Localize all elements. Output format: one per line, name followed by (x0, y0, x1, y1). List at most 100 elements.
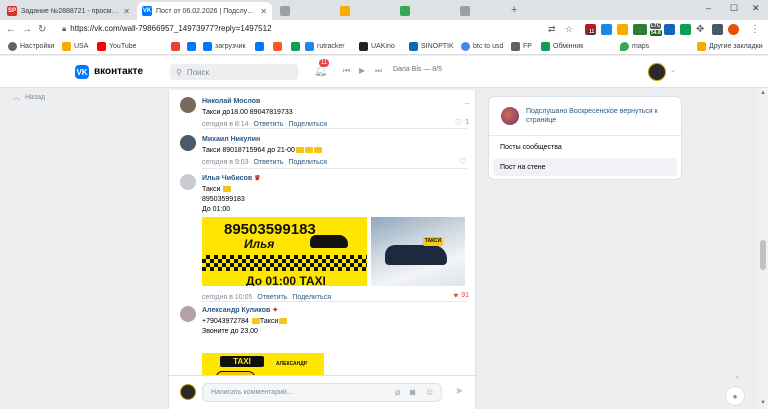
next-track-icon[interactable]: ⏭︎ (375, 66, 382, 76)
send-icon[interactable]: ➤ (455, 386, 463, 397)
extension-icon[interactable] (664, 24, 675, 35)
close-tab-icon[interactable]: ✕ (260, 7, 267, 16)
like-button[interactable]: ♡ (459, 157, 469, 166)
bookmark-exchange[interactable]: Обмінник (541, 42, 583, 51)
sidebar-item-community-posts[interactable]: Посты сообщества (493, 138, 677, 156)
post-scroll-icon[interactable]: ‹ (736, 375, 738, 381)
page-scrollbar[interactable]: ▲ ▼ (758, 88, 768, 409)
group-title-link[interactable]: Подслушано Воскресенское вернуться к стр… (526, 107, 676, 125)
browser-tab[interactable] (395, 2, 455, 20)
share-link[interactable]: Поделиться (288, 159, 327, 166)
avatar[interactable] (180, 174, 196, 190)
minimize-button[interactable]: – (706, 3, 711, 13)
browser-tab[interactable] (335, 2, 395, 20)
avatar[interactable] (180, 306, 196, 322)
extension-icon[interactable] (680, 24, 691, 35)
bookmark-gmail[interactable] (171, 42, 183, 51)
extension-icon[interactable] (601, 24, 612, 35)
bookmark-fp[interactable]: FP (511, 42, 532, 51)
bookmark-green[interactable] (291, 42, 303, 51)
extensions-puzzle-icon[interactable]: ✥ (696, 24, 704, 35)
comment-time[interactable]: сегодня в 8:14 (202, 121, 249, 128)
chevron-down-icon[interactable]: ⌄ (670, 66, 676, 74)
scrollbar-thumb[interactable] (760, 240, 766, 270)
car-photo[interactable]: ТАКСИ (371, 217, 465, 286)
bookmark-maps[interactable]: maps (620, 42, 649, 51)
prev-track-icon[interactable]: ⏮︎ (343, 66, 350, 76)
bookmark-uakino[interactable]: UAKino (359, 42, 395, 51)
vk-brand[interactable]: вконтакте (94, 66, 143, 77)
reply-link[interactable]: Ответить (254, 121, 284, 128)
user-avatar[interactable] (648, 63, 666, 81)
avatar[interactable] (180, 97, 196, 113)
new-tab-button[interactable]: + (511, 4, 517, 16)
comment-time[interactable]: сегодня в 10:05 (202, 294, 252, 301)
bookmark-youtube[interactable]: YouTube (97, 42, 137, 51)
comment-field[interactable]: ⌀ ◙ ☺ (202, 383, 442, 402)
attach-icon[interactable]: ⌀ (395, 387, 400, 398)
bookmark-vk-2[interactable] (255, 42, 267, 51)
player-track[interactable]: Daria Bis — 8/5 (393, 66, 442, 73)
comment-divider (202, 168, 467, 169)
camera-icon[interactable]: ◙ (410, 387, 415, 397)
bookmark-orange[interactable] (273, 42, 285, 51)
close-window-button[interactable]: ✕ (752, 3, 760, 14)
reply-link[interactable]: Ответить (257, 294, 287, 301)
avatar[interactable] (180, 135, 196, 151)
vk-search[interactable]: ⚲ (170, 64, 298, 80)
like-button[interactable]: ♥ 91 (453, 291, 469, 300)
sidebar-item-wall-post[interactable]: Пост на стене (493, 158, 677, 176)
comment-author[interactable]: Михаил Никулин (202, 135, 469, 144)
close-tab-icon[interactable]: ✕ (123, 7, 130, 16)
extension-icon[interactable] (633, 24, 647, 35)
scroll-up-icon[interactable]: ▲ (760, 90, 766, 96)
comment-input[interactable] (211, 389, 381, 396)
lock-icon: 🔒︎ (62, 24, 67, 33)
tab-favicon-icon (340, 6, 350, 16)
bookmark-btc[interactable]: btc to usd (461, 42, 503, 51)
extension-icon[interactable] (712, 24, 723, 35)
share-link[interactable]: Поделиться (292, 294, 331, 301)
comment-time[interactable]: сегодня в 9:03 (202, 159, 249, 166)
reload-icon[interactable]: ↻ (38, 24, 46, 35)
taxi-ad-image[interactable]: 89503599183 Илья До 01:00 TAXI (202, 217, 367, 286)
reply-link[interactable]: Ответить (254, 159, 284, 166)
emoji-icon[interactable]: ☺ (425, 387, 434, 397)
share-link[interactable]: Поделиться (288, 121, 327, 128)
scroll-down-icon[interactable]: ▼ (760, 400, 766, 406)
comment-divider (202, 301, 467, 302)
bookmark-sinoptik[interactable]: SINOPTIK (409, 42, 454, 51)
bookmark-star-icon[interactable]: ☆ (565, 24, 573, 35)
profile-avatar-icon[interactable] (728, 24, 739, 35)
taxi-emoji-icon (223, 186, 232, 193)
bookmark-usa[interactable]: USA (62, 42, 88, 51)
translate-icon[interactable]: ⇄ (548, 24, 556, 35)
comment-author[interactable]: Александр Куликов ✦ (202, 306, 469, 315)
bookmark-settings[interactable]: Настройки (8, 42, 54, 51)
forward-arrow-icon[interactable]: → (22, 24, 32, 35)
browser-tab[interactable] (455, 2, 507, 20)
bookmark-rutracker[interactable]: rutracker (305, 42, 345, 51)
group-avatar[interactable] (501, 107, 519, 125)
url-field[interactable]: 🔒︎ https://vk.com/wall-79866957_14973977?… (62, 24, 272, 34)
browser-tab-task[interactable]: SP Задание №2888721 - просмотр з ✕ (2, 2, 135, 20)
menu-dots-icon[interactable]: ⋮ (750, 24, 760, 35)
play-icon[interactable]: ▶︎ (359, 66, 365, 75)
other-bookmarks[interactable]: Другие закладки (697, 42, 763, 51)
chevron-up-icon: ︿ (13, 94, 20, 101)
like-button[interactable]: ♡ 1 (455, 118, 469, 127)
search-input[interactable] (186, 67, 287, 77)
vk-header: VK вконтакте ⚲ 🔔︎ 11 ⏮︎ ▶︎ ⏭︎ Daria Bis … (0, 56, 768, 88)
back-arrow-icon[interactable]: ← (6, 24, 16, 35)
comment-author[interactable]: Николай Мослов (202, 97, 469, 106)
vk-logo-icon[interactable]: VK (75, 65, 89, 79)
bookmark-loader[interactable]: загрузчик (203, 42, 246, 51)
browser-tab[interactable] (275, 2, 335, 20)
extension-icon[interactable] (617, 24, 628, 35)
back-link[interactable]: ︿ Назад (13, 92, 45, 102)
maximize-button[interactable]: ☐ (730, 3, 738, 14)
browser-tab-vk-post[interactable]: VK Пост от 06.02.2026 | Подслушано ✕ (137, 2, 272, 20)
bookmark-vk[interactable] (187, 42, 199, 51)
chat-bubble-icon[interactable]: ● (725, 386, 745, 406)
comment-author[interactable]: Илья Чибисов ♛ (202, 174, 469, 183)
